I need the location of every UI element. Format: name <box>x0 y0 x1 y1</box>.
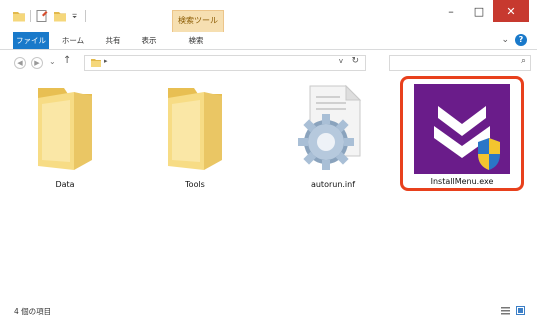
folder-icon <box>38 88 92 170</box>
settings-file-icon <box>298 84 362 170</box>
context-tab-search-tools[interactable]: 検索ツール <box>172 10 224 32</box>
ribbon-tabs: ファイル ホーム 共有 表示 検索 ⌄ ? <box>0 32 537 50</box>
close-button[interactable]: ✕ <box>493 0 529 22</box>
tab-search[interactable]: 検索 <box>176 32 216 49</box>
file-item[interactable]: Data <box>30 84 100 194</box>
navigation-bar: ◀ ▶ ⌄ ↑ ▸ v ↻ ⌕ <box>0 51 537 75</box>
file-item[interactable]: autorun.inf <box>288 84 378 194</box>
new-folder-icon[interactable] <box>53 9 67 23</box>
refresh-button[interactable]: ↻ <box>351 56 359 66</box>
tab-share[interactable]: 共有 <box>98 32 128 49</box>
file-item-selected[interactable]: InstallMenu.exe <box>408 83 516 187</box>
breadcrumb-separator[interactable]: ▸ <box>104 57 108 65</box>
search-icon[interactable]: ⌕ <box>521 56 526 66</box>
explorer-window: 検索ツール – □ ✕ ファイル ホーム 共有 表示 検索 ⌄ ? ◀ ▶ ⌄ … <box>0 0 537 322</box>
properties-icon[interactable] <box>35 9 49 23</box>
address-bar[interactable]: ▸ v ↻ <box>84 55 366 71</box>
item-count: 4 個の項目 <box>14 307 52 316</box>
recent-locations-chevron-icon[interactable]: ⌄ <box>49 57 56 66</box>
file-name: InstallMenu.exe <box>430 177 494 186</box>
folder-icon <box>91 59 101 67</box>
view-switcher <box>501 306 525 315</box>
chevron-down-icon[interactable] <box>71 9 81 23</box>
file-name: autorun.inf <box>310 180 356 189</box>
context-tab-label: 検索ツール <box>178 16 218 25</box>
status-bar: 4 個の項目 <box>0 300 537 322</box>
file-name: Data <box>55 180 75 189</box>
ribbon-controls: ⌄ ? <box>501 34 527 46</box>
tab-file[interactable]: ファイル <box>13 32 49 49</box>
address-dropdown[interactable]: v <box>339 57 343 65</box>
folder-icon <box>168 88 222 170</box>
forward-button[interactable]: ▶ <box>31 57 43 69</box>
help-button[interactable]: ? <box>515 34 527 46</box>
installer-icon <box>414 84 510 174</box>
search-box[interactable]: ⌕ <box>389 55 531 71</box>
folder-icon[interactable] <box>12 9 26 23</box>
file-item[interactable]: Tools <box>160 84 230 194</box>
maximize-button[interactable]: □ <box>465 0 493 22</box>
minimize-button[interactable]: – <box>437 0 465 22</box>
tab-view[interactable]: 表示 <box>134 32 164 49</box>
separator <box>30 10 31 22</box>
title-bar: 検索ツール – □ ✕ <box>0 0 537 32</box>
window-controls: – □ ✕ <box>437 0 529 22</box>
up-arrow-icon[interactable]: ↑ <box>63 55 71 66</box>
expand-ribbon-chevron-icon[interactable]: ⌄ <box>501 35 509 45</box>
file-name: Tools <box>185 180 205 189</box>
separator <box>85 10 86 22</box>
tab-home[interactable]: ホーム <box>56 32 90 49</box>
back-button[interactable]: ◀ <box>14 57 26 69</box>
large-icons-view-icon[interactable] <box>516 306 525 315</box>
details-view-icon[interactable] <box>501 306 510 315</box>
quick-access-toolbar <box>12 8 86 24</box>
